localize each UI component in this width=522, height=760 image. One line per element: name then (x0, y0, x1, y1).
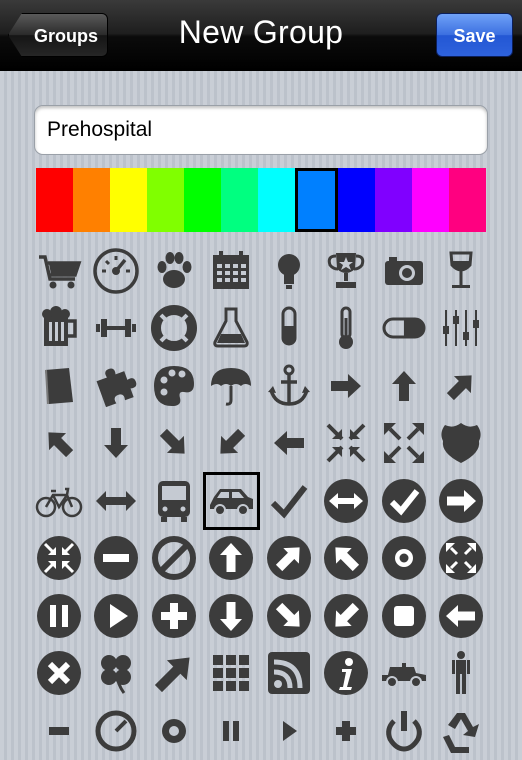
circle-arrow-left-icon[interactable] (433, 587, 491, 645)
book-icon[interactable] (30, 357, 88, 415)
play-icon[interactable] (260, 702, 318, 760)
circle-arrow-up-icon[interactable] (203, 530, 261, 588)
dumbbell-icon[interactable] (88, 300, 146, 358)
umbrella-icon[interactable] (203, 357, 261, 415)
color-swatch[interactable] (221, 168, 258, 232)
circle-arrow-up-left-icon[interactable] (318, 530, 376, 588)
expand-icon[interactable] (375, 415, 433, 473)
circle-plus-icon[interactable] (145, 587, 203, 645)
circle-arrow-down-left-icon[interactable] (318, 587, 376, 645)
beer-mug-icon[interactable] (30, 300, 88, 358)
color-swatch[interactable] (73, 168, 110, 232)
navigation-bar: Groups New Group Save (0, 0, 522, 71)
lifebuoy-icon[interactable] (145, 300, 203, 358)
circle-expand-icon[interactable] (433, 530, 491, 588)
paw-icon[interactable] (145, 242, 203, 300)
circle-check-icon[interactable] (375, 472, 433, 530)
plus-icon[interactable] (318, 702, 376, 760)
trophy-icon[interactable] (318, 242, 376, 300)
calendar-icon[interactable] (203, 242, 261, 300)
group-name-input[interactable]: Prehospital (34, 105, 488, 155)
circle-x-icon[interactable] (30, 645, 88, 703)
arrow-right-icon[interactable] (318, 357, 376, 415)
arrow-up-right-icon[interactable] (433, 357, 491, 415)
anchor-icon[interactable] (260, 357, 318, 415)
lightbulb-icon[interactable] (260, 242, 318, 300)
power-icon[interactable] (375, 702, 433, 760)
circle-arrows-horizontal-icon[interactable] (318, 472, 376, 530)
color-picker (36, 168, 486, 232)
arrow-left-icon[interactable] (260, 415, 318, 473)
wine-glass-icon[interactable] (433, 242, 491, 300)
clover-icon[interactable] (88, 645, 146, 703)
circle-target-icon[interactable] (375, 530, 433, 588)
color-swatch[interactable] (449, 168, 486, 232)
circle-slash-icon[interactable] (145, 530, 203, 588)
circle-stop-icon[interactable] (375, 587, 433, 645)
person-icon[interactable] (433, 645, 491, 703)
color-swatch[interactable] (412, 168, 449, 232)
color-swatch[interactable] (375, 168, 412, 232)
equalizer-icon[interactable] (433, 300, 491, 358)
palette-icon[interactable] (145, 357, 203, 415)
color-swatch[interactable] (295, 168, 338, 232)
color-swatch[interactable] (36, 168, 73, 232)
camera-icon[interactable] (375, 242, 433, 300)
shopping-cart-icon[interactable] (30, 242, 88, 300)
compress-icon[interactable] (318, 415, 376, 473)
arrows-horizontal-icon[interactable] (88, 472, 146, 530)
location-icon[interactable] (145, 702, 203, 760)
info-icon[interactable] (318, 645, 376, 703)
test-tube-icon[interactable] (260, 300, 318, 358)
minus-icon[interactable] (30, 702, 88, 760)
arrow-down-icon[interactable] (88, 415, 146, 473)
icon-picker-grid (30, 242, 492, 760)
arrow-large-icon[interactable] (145, 645, 203, 703)
color-swatch[interactable] (110, 168, 147, 232)
color-swatch[interactable] (184, 168, 221, 232)
color-swatch[interactable] (258, 168, 295, 232)
arrow-up-left-icon[interactable] (30, 415, 88, 473)
puzzle-icon[interactable] (88, 357, 146, 415)
jeep-icon[interactable] (375, 645, 433, 703)
circle-compress-icon[interactable] (30, 530, 88, 588)
circle-play-icon[interactable] (88, 587, 146, 645)
recycle-icon[interactable] (433, 702, 491, 760)
circle-arrow-down-right-icon[interactable] (260, 587, 318, 645)
circle-minus-icon[interactable] (88, 530, 146, 588)
flask-icon[interactable] (203, 300, 261, 358)
grid-icon[interactable] (203, 645, 261, 703)
arrow-down-left-icon[interactable] (203, 415, 261, 473)
color-swatch[interactable] (338, 168, 375, 232)
circle-arrow-up-right-icon[interactable] (260, 530, 318, 588)
arrow-down-right-icon[interactable] (145, 415, 203, 473)
color-swatch[interactable] (147, 168, 184, 232)
thermometer-icon[interactable] (318, 300, 376, 358)
circle-pause-icon[interactable] (30, 587, 88, 645)
car-icon[interactable] (202, 472, 260, 530)
bicycle-icon[interactable] (30, 472, 88, 530)
bus-icon[interactable] (145, 472, 203, 530)
circle-arrow-down-icon[interactable] (203, 587, 261, 645)
pause-icon[interactable] (203, 702, 261, 760)
arrow-up-icon[interactable] (375, 357, 433, 415)
rss-icon[interactable] (260, 645, 318, 703)
gauge-icon[interactable] (88, 702, 146, 760)
pill-icon[interactable] (375, 300, 433, 358)
speedometer-icon[interactable] (88, 242, 146, 300)
check-icon[interactable] (260, 472, 318, 530)
save-button[interactable]: Save (436, 13, 513, 57)
shield-icon[interactable] (433, 415, 491, 473)
circle-arrow-right-icon[interactable] (433, 472, 491, 530)
